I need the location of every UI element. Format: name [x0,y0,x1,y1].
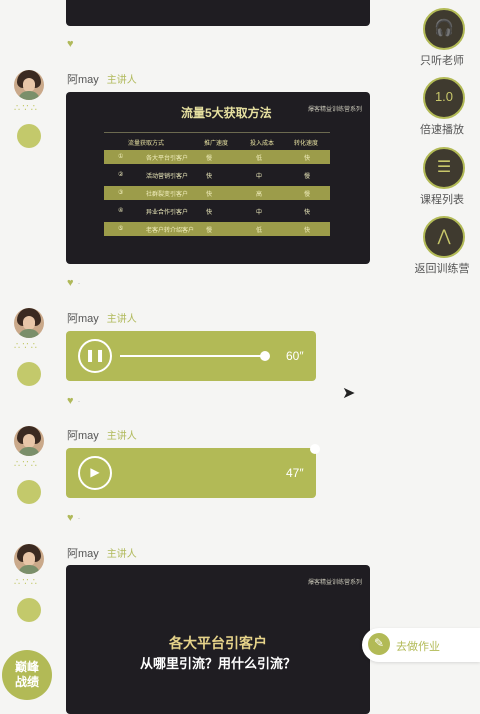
return-camp-label: 返回训练营 [414,263,470,275]
achievement-badge[interactable]: 巅峰 战绩 [2,650,52,700]
like-icon[interactable]: ♥ [67,38,74,50]
table-row: ④ 异业合作引客户 快 中 快 [118,208,311,216]
like-icon[interactable]: ♥ · [67,512,81,524]
table-header: 转化速度 [294,141,319,147]
avatar-decoration [17,362,41,386]
avatar-decoration [17,480,41,504]
playback-speed-label: 倍速播放 [420,124,464,136]
audio-progress-track[interactable] [120,355,266,357]
badge-line1: 巅峰 [14,660,39,674]
do-homework-label: 去做作业 [396,641,440,653]
sender-name: 阿may [67,313,99,325]
slide-title: 流量5大获取方法 [181,106,272,120]
listen-teacher-button[interactable]: 🎧 [423,8,465,50]
sender-info: 阿may 主讲人 [67,309,137,327]
avatar-decoration: ∴∵∴ [14,341,40,352]
speed-icon: 1.0 [434,89,454,104]
sender-role: 主讲人 [106,431,137,442]
slide-heading: 各大平台引客户 [169,635,267,651]
listen-teacher-label: 只听老师 [420,55,464,67]
table-header: 推广速度 [204,141,229,147]
audio-message[interactable]: ▶ 47″ [66,444,320,498]
avatar[interactable] [14,308,44,338]
audio-duration: 60″ [286,349,304,363]
return-icon: ⋀ [437,228,451,245]
play-button[interactable]: ▶ [78,456,112,490]
cursor-icon: ➤ [342,385,356,402]
table-row: ① 各大平台引客户 慢 低 快 [104,150,330,164]
audio-progress-knob[interactable] [310,444,320,454]
return-camp-button[interactable]: ⋀ [423,216,465,258]
slide-brand: 爆客精益训练营系列 [307,107,362,113]
slide-subheading: 从哪里引流？用什么引流？ [139,656,296,671]
sender-role: 主讲人 [106,75,137,86]
like-icon[interactable]: ♥ · [67,277,81,289]
avatar-decoration: ∴∵∴ [14,459,40,470]
audio-message[interactable]: ❚❚ 60″ [66,331,316,381]
playback-speed-button[interactable]: 1.0 [423,77,465,119]
pause-button[interactable]: ❚❚ [78,339,112,373]
avatar[interactable] [14,426,44,456]
slide-image-bottom[interactable]: 爆客精益训练营系列 各大平台引客户 从哪里引流？用什么引流？ [66,565,370,714]
sender-name: 阿may [67,430,99,442]
avatar-decoration [17,598,41,622]
course-list-button[interactable]: ☰ [423,147,465,189]
pause-icon: ❚❚ [84,348,106,362]
avatar[interactable] [14,70,44,100]
do-homework-button[interactable]: ✎ 去做作业 [362,628,480,662]
badge-line2: 战绩 [14,675,39,689]
play-icon: ▶ [90,465,100,479]
list-icon: ☰ [436,159,452,176]
slide-brand: 爆客精益训练营系列 [307,580,362,586]
avatar-decoration [17,124,41,148]
audio-progress-knob[interactable] [260,351,270,361]
table-row: ③ 社群裂变引客户 快 高 慢 [104,186,330,200]
sender-role: 主讲人 [106,314,137,325]
table-row: ⑤ 老客户转介绍客户 慢 低 快 [104,222,330,236]
table-header: 流量获取方式 [128,141,165,147]
table-header: 投入成本 [250,141,275,147]
sender-name: 阿may [67,548,99,560]
like-icon[interactable]: ♥ · [67,395,81,407]
table-row: ② 活动营销引客户 快 中 慢 [118,172,311,180]
course-list-label: 课程列表 [420,194,464,206]
sender-info: 阿may 主讲人 [67,426,137,444]
sender-role: 主讲人 [106,549,137,560]
audio-duration: 47″ [286,466,304,480]
clipboard-icon: ✎ [368,633,390,655]
headphones-icon: 🎧 [434,20,454,37]
sender-info: 阿may 主讲人 [67,70,137,88]
slide-image-top[interactable] [66,0,370,26]
avatar-decoration: ∴∵∴ [14,577,40,588]
table-divider [104,132,330,133]
sender-name: 阿may [67,74,99,86]
sender-info: 阿may 主讲人 [67,544,137,562]
avatar-decoration: ∴∵∴ [14,103,40,114]
avatar[interactable] [14,544,44,574]
